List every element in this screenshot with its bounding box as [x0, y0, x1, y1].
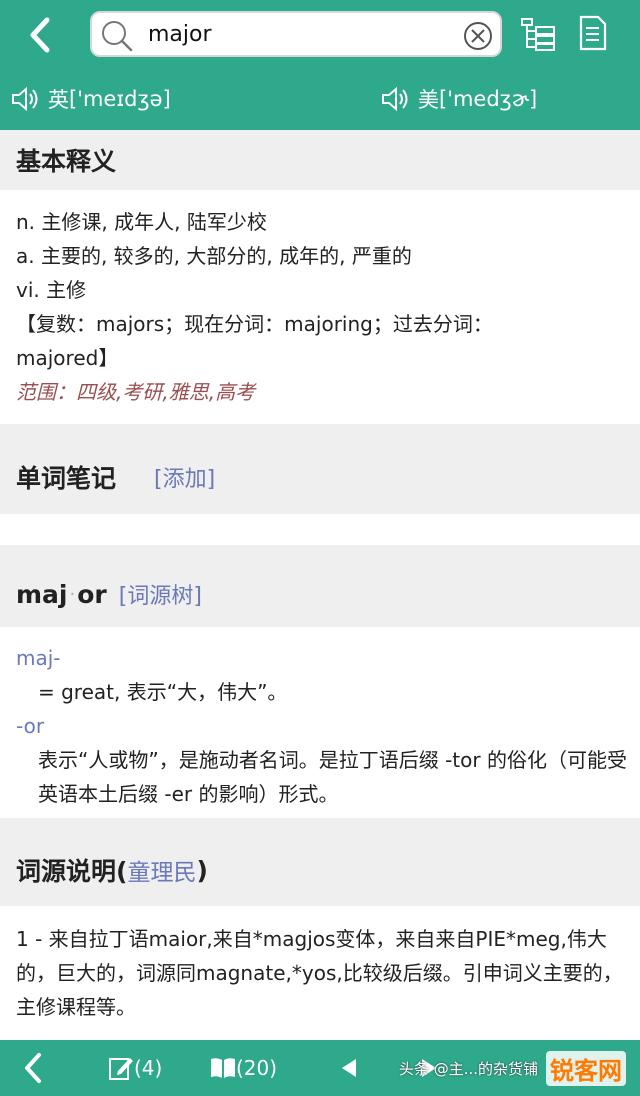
pronunciation-us-label: 美	[418, 88, 439, 112]
book-icon	[211, 1058, 235, 1078]
section-divider	[0, 424, 640, 440]
etymology-tree-link[interactable]: [词源树]	[119, 578, 202, 610]
basic-section-title: 基本释义	[16, 147, 117, 176]
prev-icon	[342, 1059, 356, 1077]
prev-button[interactable]	[340, 1040, 358, 1096]
etymology-text: 1 - 来自拉丁语maior,来自*magjos变体，来自来自PIE*meg,伟…	[16, 927, 623, 1019]
etymology-section-header: 词源说明( 童理民 )	[0, 834, 640, 906]
notes-count: (4)	[134, 1056, 163, 1080]
speaker-icon	[382, 86, 408, 112]
section-divider	[0, 818, 640, 834]
notes-button[interactable]: (4)	[108, 1040, 162, 1096]
definition-line: n. 主修课, 成年人, 陆军少校	[16, 210, 267, 234]
wordbook-count: (20)	[236, 1056, 278, 1080]
top-bar: 英 ['meɪdʒə] 美 ['medʒɚ]	[0, 0, 640, 130]
note-list-icon[interactable]	[578, 14, 608, 52]
definition-line: majored】	[16, 346, 119, 370]
watermark-text: 头条 @主...的杂货铺	[398, 1059, 538, 1078]
notes-section-title: 单词笔记	[16, 464, 117, 493]
watermark-logo: 锐客网	[546, 1050, 626, 1086]
root-desc: 表示“人或物”，是施动者名词。是拉丁语后缀 -tor 的俗化（可能受英语本土后缀…	[38, 748, 627, 806]
root-details: maj- = great, 表示“大，伟大”。 -or 表示“人或物”，是施动者…	[16, 641, 628, 811]
etymology-title-end: )	[196, 855, 208, 885]
definition-line: vi. 主修	[16, 278, 87, 302]
search-input[interactable]	[148, 19, 448, 51]
notes-section-header: 单词笔记 [添加]	[0, 440, 640, 514]
wordbook-button[interactable]: (20)	[210, 1040, 277, 1096]
back-icon	[30, 17, 50, 53]
clear-icon[interactable]	[462, 20, 494, 52]
pronunciation-uk-label: 英	[48, 88, 69, 112]
root-word-part2: or	[77, 579, 107, 609]
exam-range: 范围：四级,考研,雅思,高考	[16, 380, 256, 404]
watermark: 头条 @主...的杂货铺 锐客网	[399, 1040, 640, 1096]
bottom-back-button[interactable]	[22, 1040, 44, 1096]
search-icon	[102, 21, 133, 52]
pronunciation-us[interactable]: 美 ['medʒɚ]	[380, 84, 537, 114]
etymology-section-title: 词源说明(	[16, 857, 128, 886]
pronunciation-uk-ipa: ['meɪdʒə]	[69, 87, 171, 111]
definition-line: a. 主要的, 较多的, 大部分的, 成年的, 严重的	[16, 244, 412, 268]
add-note-link[interactable]: [添加]	[154, 461, 215, 493]
etymology-author-link[interactable]: 童理民	[127, 853, 196, 887]
search-box[interactable]	[90, 11, 502, 57]
speaker-icon	[12, 86, 38, 112]
root-key: -or	[16, 714, 45, 738]
basic-definitions: n. 主修课, 成年人, 陆军少校 a. 主要的, 较多的, 大部分的, 成年的…	[16, 205, 628, 409]
basic-section-header: 基本释义	[0, 130, 640, 190]
back-button[interactable]	[20, 14, 60, 56]
root-desc: = great, 表示“大，伟大”。	[38, 680, 288, 704]
edit-icon	[109, 1058, 133, 1080]
pronunciation-us-ipa: ['medʒɚ]	[439, 87, 538, 111]
root-key: maj-	[16, 646, 61, 670]
pronunciation-uk[interactable]: 英 ['meɪdʒə]	[10, 84, 171, 114]
tree-icon[interactable]	[520, 16, 556, 52]
section-divider	[0, 545, 640, 561]
root-section-header: maj · or [词源树]	[0, 561, 640, 627]
definition-line: 【复数：majors；现在分词：majoring；过去分词：	[16, 312, 493, 336]
back-icon	[25, 1053, 41, 1083]
root-word-dot: ·	[69, 583, 76, 605]
root-word-part1: maj	[16, 579, 68, 609]
